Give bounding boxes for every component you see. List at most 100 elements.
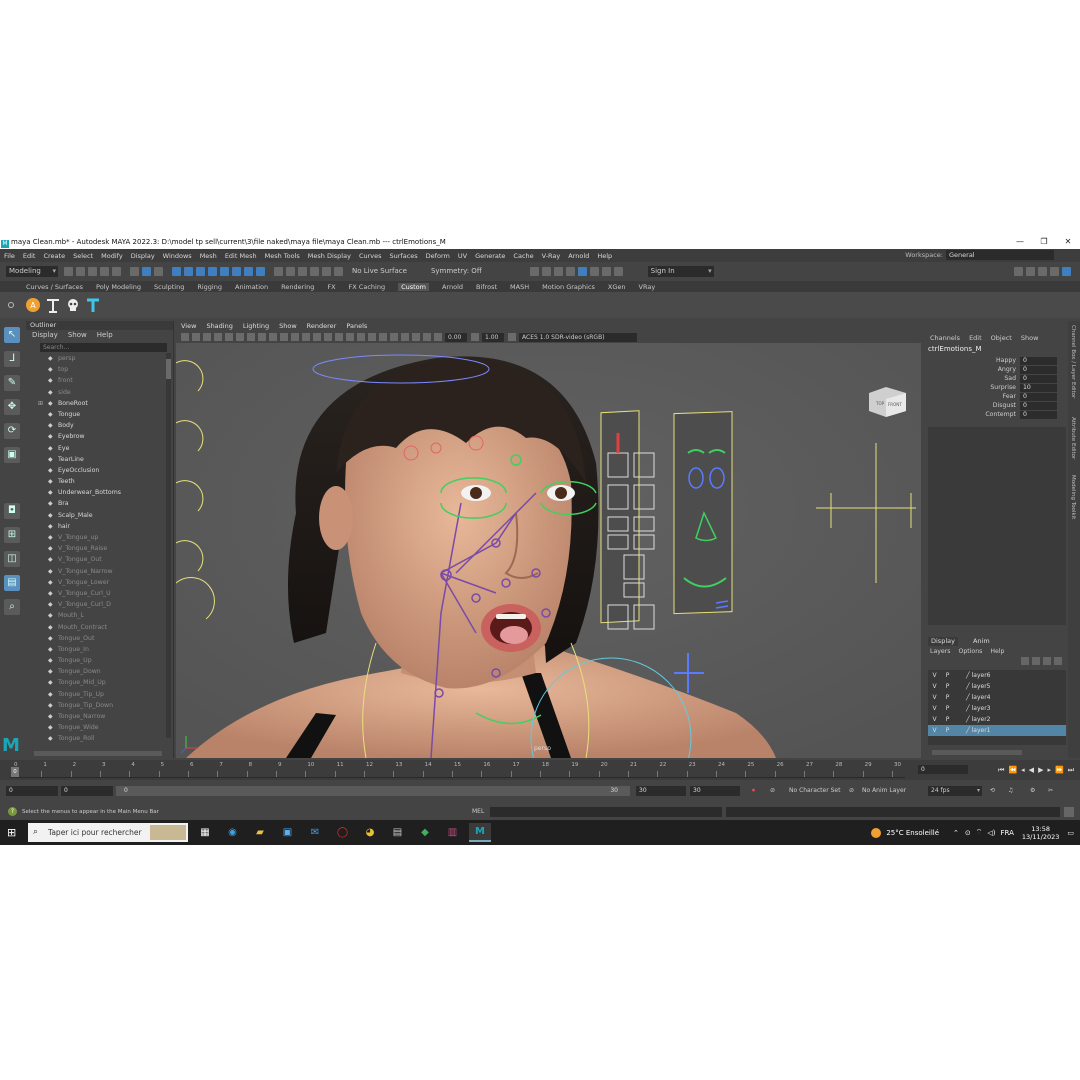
minimize-button[interactable]: — <box>1008 235 1032 249</box>
step-back-frame-icon[interactable]: ◂ <box>1021 766 1025 775</box>
channel-name[interactable]: Contempt <box>924 411 1020 418</box>
menu-curves[interactable]: Curves <box>359 252 382 260</box>
expand-toggle-icon[interactable]: ⊞ <box>38 398 43 409</box>
channel-menu-show[interactable]: Show <box>1021 331 1039 345</box>
film-gate-icon[interactable] <box>258 333 266 341</box>
open-scene-icon[interactable] <box>76 266 85 276</box>
mask-joints-icon[interactable] <box>184 266 193 276</box>
go-to-end-icon[interactable]: ⏭ <box>1068 766 1074 775</box>
outliner-menu-show[interactable]: Show <box>68 330 87 341</box>
outliner-item[interactable]: ◆ V_Tongue_Out <box>26 554 166 565</box>
play-backwards-icon[interactable]: ◀ <box>1029 766 1034 775</box>
anim-layer-icon[interactable]: ⊘ <box>849 786 854 796</box>
channel-value-field[interactable]: 0 <box>1020 356 1057 365</box>
field-chart-icon[interactable] <box>291 333 299 341</box>
menu-arnold[interactable]: Arnold <box>568 252 589 260</box>
shadows-icon[interactable] <box>357 333 365 341</box>
outliner-item[interactable]: ◆ Tongue_Up <box>26 655 166 666</box>
outliner-item[interactable]: ◆ V_Tongue_Narrow <box>26 566 166 577</box>
tool-settings-icon[interactable] <box>1038 266 1047 276</box>
shelf-tab-custom[interactable]: Custom <box>398 282 429 291</box>
layer-visibility-toggle[interactable]: V <box>928 705 941 712</box>
single-perspective-layout-icon[interactable]: ◘ <box>4 503 20 519</box>
channel-name[interactable]: Fear <box>924 393 1020 400</box>
mask-surfaces-icon[interactable] <box>208 266 217 276</box>
opera-browser-icon[interactable]: ◯ <box>332 823 354 842</box>
layer-name[interactable]: layer6 <box>972 672 991 679</box>
anim-layer-label[interactable]: No Anim Layer <box>862 786 906 796</box>
snap-point-icon[interactable] <box>298 266 307 276</box>
menu-cache[interactable]: Cache <box>513 252 533 260</box>
current-frame-marker[interactable]: 0 <box>11 767 19 777</box>
maya-taskbar-icon[interactable]: M <box>469 823 491 842</box>
taskbar-search-box[interactable]: ⌕ Taper ici pour rechercher <box>28 823 188 842</box>
chrome-browser-icon[interactable]: ◕ <box>359 823 381 842</box>
layer-visibility-toggle[interactable]: V <box>928 727 941 734</box>
viewport-menu-shading[interactable]: Shading <box>206 321 232 331</box>
scene-start-field[interactable]: 0 <box>6 786 58 796</box>
outliner-item[interactable]: ◆ Eye <box>26 443 166 454</box>
skull-icon[interactable] <box>64 296 82 314</box>
outliner-scrollbar-horizontal[interactable] <box>34 751 162 756</box>
layer-row[interactable]: V P ╱ layer2 <box>928 714 1066 725</box>
outliner-item[interactable]: ◆ Tongue <box>26 409 166 420</box>
menu-set-dropdown[interactable]: Modeling <box>6 265 58 277</box>
gamma-icon[interactable] <box>471 333 479 341</box>
layer-row[interactable]: V P ╱ layer6 <box>928 670 1066 681</box>
task-view-icon[interactable]: ▦ <box>194 823 216 842</box>
shelf-tab-rendering[interactable]: Rendering <box>281 283 314 291</box>
auto-key-icon[interactable]: ⏺ <box>752 786 755 796</box>
channel-value-field[interactable]: 0 <box>1020 365 1057 374</box>
shelf-options-gear-icon[interactable] <box>8 302 14 308</box>
layer-name[interactable]: layer4 <box>972 694 991 701</box>
arnold-skydome-icon[interactable]: A <box>24 296 42 314</box>
outliner-item[interactable]: ◆ side <box>26 387 166 398</box>
snap-live-icon[interactable] <box>322 266 331 276</box>
viewport-menu-show[interactable]: Show <box>279 321 297 331</box>
move-tool-icon[interactable]: ✥ <box>4 399 20 415</box>
command-line-input[interactable] <box>490 807 722 817</box>
outliner-item[interactable]: ◆ V_Tongue_Lower <box>26 577 166 588</box>
layer-editor-icon[interactable] <box>1062 266 1071 276</box>
channel-value-field[interactable]: 0 <box>1020 374 1057 383</box>
outliner-item[interactable]: ◆ Mouth_Contract <box>26 622 166 633</box>
layer-name[interactable]: layer2 <box>972 716 991 723</box>
shelf-tab-fx-caching[interactable]: FX Caching <box>349 283 386 291</box>
channel-name[interactable]: Happy <box>924 357 1020 364</box>
two-pane-layout-icon[interactable]: ◫ <box>4 551 20 567</box>
shelf-tab-fx[interactable]: FX <box>327 283 335 291</box>
time-slider-ticks[interactable]: 0 1 2 3 4 5 6 7 8 9 10 11 12 13 14 15 16 17 18 19 20 21 22 23 24… <box>10 762 905 778</box>
render-frame-icon[interactable] <box>529 266 539 276</box>
menu-generate[interactable]: Generate <box>475 252 505 260</box>
outliner-item[interactable]: ◆ EyeOcclusion <box>26 465 166 476</box>
outliner-menu-display[interactable]: Display <box>32 330 58 341</box>
layer-playback-toggle[interactable]: P <box>941 683 954 690</box>
smooth-shade-icon[interactable] <box>324 333 332 341</box>
play-forwards-icon[interactable]: ▶ <box>1038 766 1043 775</box>
outliner-layout-icon[interactable]: ▤ <box>4 575 20 591</box>
loop-icon[interactable]: ⟲ <box>990 786 995 796</box>
channel-box-icon[interactable] <box>1050 266 1059 276</box>
language-indicator[interactable]: FRA <box>1001 829 1014 837</box>
layer-color-swatch[interactable] <box>954 705 963 713</box>
outliner-item[interactable]: ◆ Tongue_Mid_Up <box>26 677 166 688</box>
outliner-item[interactable]: ◆ Eyebrow <box>26 431 166 442</box>
layer-menu-help[interactable]: Help <box>990 646 1004 657</box>
render-settings-icon[interactable] <box>553 266 563 276</box>
outliner-item[interactable]: ◆ top <box>26 364 166 375</box>
camera-lock-icon[interactable] <box>192 333 200 341</box>
photos-app-icon[interactable]: ▤ <box>387 823 409 842</box>
outliner-item[interactable]: ◆ Body <box>26 420 166 431</box>
outliner-item[interactable]: ◆ Bra <box>26 498 166 509</box>
modeling-toolkit-icon[interactable] <box>1014 266 1023 276</box>
layer-color-swatch[interactable] <box>954 716 963 724</box>
3d-viewport[interactable]: TOP FRONT persp <box>176 343 921 758</box>
move-layer-up-icon[interactable] <box>1021 657 1029 665</box>
outliner-item[interactable]: ◆ Mouth_L <box>26 610 166 621</box>
layer-color-swatch[interactable] <box>954 672 963 680</box>
network-icon[interactable]: ⊙ <box>965 829 971 837</box>
side-tab-channel-box[interactable]: Channel Box / Layer Editor <box>1070 325 1076 398</box>
channel-name[interactable]: Sad <box>924 375 1020 382</box>
shelf-tab-mash[interactable]: MASH <box>510 283 529 291</box>
menu-deform[interactable]: Deform <box>426 252 450 260</box>
